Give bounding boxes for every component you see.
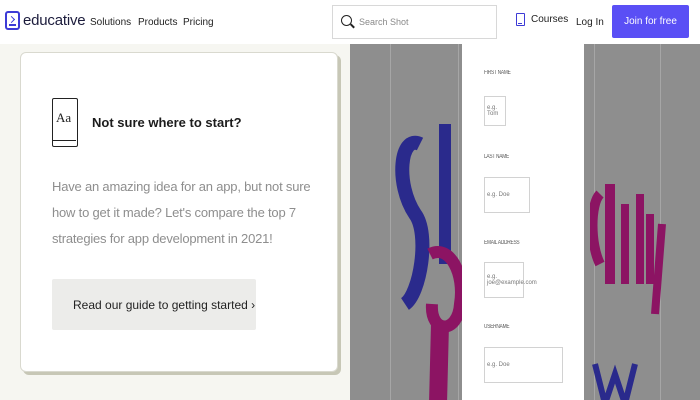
decorative-letters-left (395, 124, 467, 400)
field-label: EMAIL ADDRESS (484, 240, 520, 246)
search-icon (341, 15, 352, 26)
nav-pricing[interactable]: Pricing (183, 17, 214, 28)
logo-icon (5, 11, 20, 30)
card-description: Have an amazing idea for an app, but not… (52, 179, 311, 246)
getting-started-card: Aa Not sure where to start? Have an amaz… (20, 52, 338, 372)
book-aa-icon: Aa (52, 98, 78, 147)
educative-logo[interactable]: educative (5, 11, 86, 30)
nav-solutions[interactable]: Solutions (90, 17, 131, 28)
signup-form: FIRST NAME e.g. Tom LAST NAME e.g. Doe E… (462, 44, 584, 400)
field-label: USERNAME (484, 324, 510, 330)
last-name-field[interactable]: e.g. Doe (484, 177, 530, 213)
book-icon (516, 13, 525, 26)
field-label: LAST NAME (484, 154, 509, 160)
card-title: Not sure where to start? (92, 115, 242, 130)
search-box[interactable] (332, 5, 497, 39)
join-for-free-button[interactable]: Join for free (612, 5, 689, 38)
decorative-letters-right (590, 184, 666, 400)
field-label: FIRST NAME (484, 70, 511, 76)
signup-illustration: FIRST NAME e.g. Tom LAST NAME e.g. Doe E… (350, 44, 700, 400)
search-input[interactable] (359, 14, 489, 30)
top-navbar: educative Solutions Products Pricing Cou… (0, 0, 700, 44)
courses-link[interactable]: Courses (516, 13, 568, 26)
logo-text: educative (23, 12, 86, 29)
book-aa-icon-text: Aa (56, 110, 72, 125)
first-name-field[interactable]: e.g. Tom (484, 96, 506, 126)
courses-label: Courses (531, 14, 569, 25)
read-guide-button[interactable]: Read our guide to getting started › (52, 279, 256, 330)
email-field[interactable]: e.g. joe@example.com (484, 262, 537, 298)
username-field[interactable]: e.g. Doe (484, 347, 563, 383)
login-link[interactable]: Log In (576, 17, 604, 28)
nav-products[interactable]: Products (138, 17, 177, 28)
